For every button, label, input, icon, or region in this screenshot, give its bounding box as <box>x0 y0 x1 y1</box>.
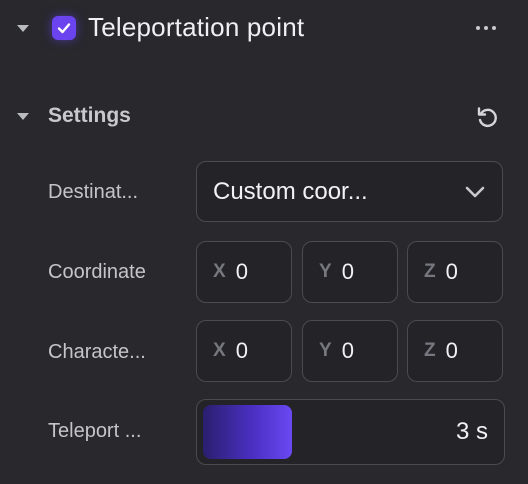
z-axis-label: Z <box>424 261 436 282</box>
collapse-triangle-icon[interactable] <box>17 25 29 32</box>
character-z-field[interactable]: Z 0 <box>407 320 503 382</box>
enable-checkbox[interactable] <box>52 16 76 40</box>
coordinate-y-field[interactable]: Y 0 <box>302 241 398 303</box>
character-label: Characte... <box>48 341 146 363</box>
y-axis-label: Y <box>319 340 332 361</box>
character-x-field[interactable]: X 0 <box>196 320 292 382</box>
slider-fill <box>203 405 292 459</box>
character-z-value: 0 <box>445 338 458 363</box>
character-y-value: 0 <box>341 338 354 363</box>
reset-icon[interactable] <box>474 105 500 131</box>
coordinate-z-value: 0 <box>445 259 458 284</box>
component-title: Teleportation point <box>88 12 305 42</box>
teleport-duration-value: 3 s <box>455 418 488 445</box>
destination-label: Destinat... <box>48 181 139 203</box>
z-axis-label: Z <box>424 340 436 361</box>
destination-dropdown[interactable]: Custom coor... <box>196 161 503 222</box>
teleport-label: Teleport ... <box>48 420 142 442</box>
settings-collapse-icon[interactable] <box>17 113 29 120</box>
coordinate-x-field[interactable]: X 0 <box>196 241 292 303</box>
coordinate-z-field[interactable]: Z 0 <box>407 241 503 303</box>
character-x-value: 0 <box>235 338 248 363</box>
teleport-duration-slider[interactable]: 3 s <box>196 399 505 465</box>
chevron-down-icon <box>465 186 485 197</box>
more-horizontal-icon[interactable] <box>476 26 496 30</box>
character-y-field[interactable]: Y 0 <box>302 320 398 382</box>
check-icon <box>57 23 71 34</box>
coordinate-label: Coordinate <box>48 261 146 283</box>
coordinate-y-value: 0 <box>341 259 354 284</box>
coordinate-x-value: 0 <box>235 259 248 284</box>
x-axis-label: X <box>213 340 226 361</box>
settings-title: Settings <box>48 104 131 127</box>
x-axis-label: X <box>213 261 226 282</box>
destination-value: Custom coor... <box>213 177 368 205</box>
y-axis-label: Y <box>319 261 332 282</box>
